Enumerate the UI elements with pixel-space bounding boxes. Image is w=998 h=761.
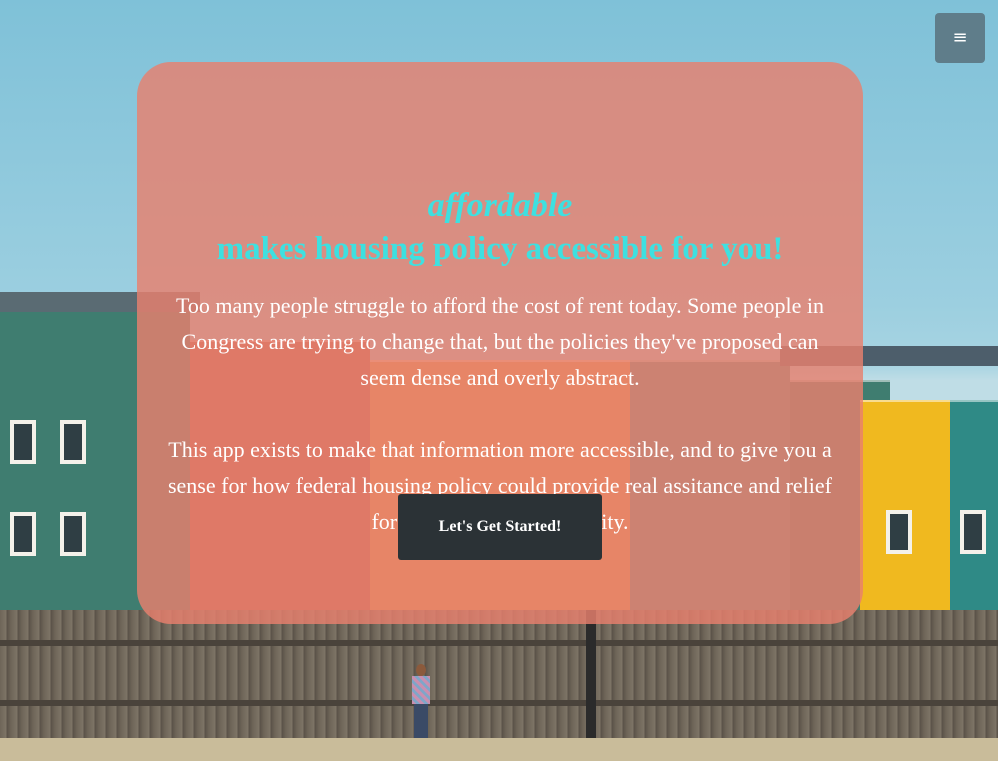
intro-paragraph: Too many people struggle to afford the c… bbox=[176, 293, 824, 390]
person-legs bbox=[414, 704, 428, 740]
house-yellow bbox=[860, 400, 950, 612]
house-window bbox=[10, 420, 36, 464]
person-body bbox=[412, 676, 430, 704]
street-pole bbox=[586, 610, 596, 740]
menu-button[interactable]: ≡ bbox=[935, 13, 985, 63]
hamburger-menu-icon: ≡ bbox=[952, 27, 968, 48]
person-head bbox=[416, 664, 426, 676]
house-window bbox=[960, 510, 986, 554]
wooden-fence bbox=[0, 610, 998, 745]
sidewalk bbox=[0, 738, 998, 761]
house-window bbox=[886, 510, 912, 554]
house-window bbox=[60, 420, 86, 464]
get-started-button[interactable]: Let's Get Started! bbox=[398, 494, 602, 560]
brand-name: affordable bbox=[427, 187, 573, 224]
fence-rail bbox=[0, 700, 998, 706]
house-teal-right bbox=[950, 400, 998, 612]
hero-card: affordable makes housing policy accessib… bbox=[137, 62, 863, 624]
fence-rail bbox=[0, 640, 998, 646]
house-window bbox=[60, 512, 86, 556]
hero-headline: makes housing policy accessible for you! bbox=[216, 231, 784, 267]
house-window bbox=[10, 512, 36, 556]
walking-person bbox=[410, 664, 432, 740]
